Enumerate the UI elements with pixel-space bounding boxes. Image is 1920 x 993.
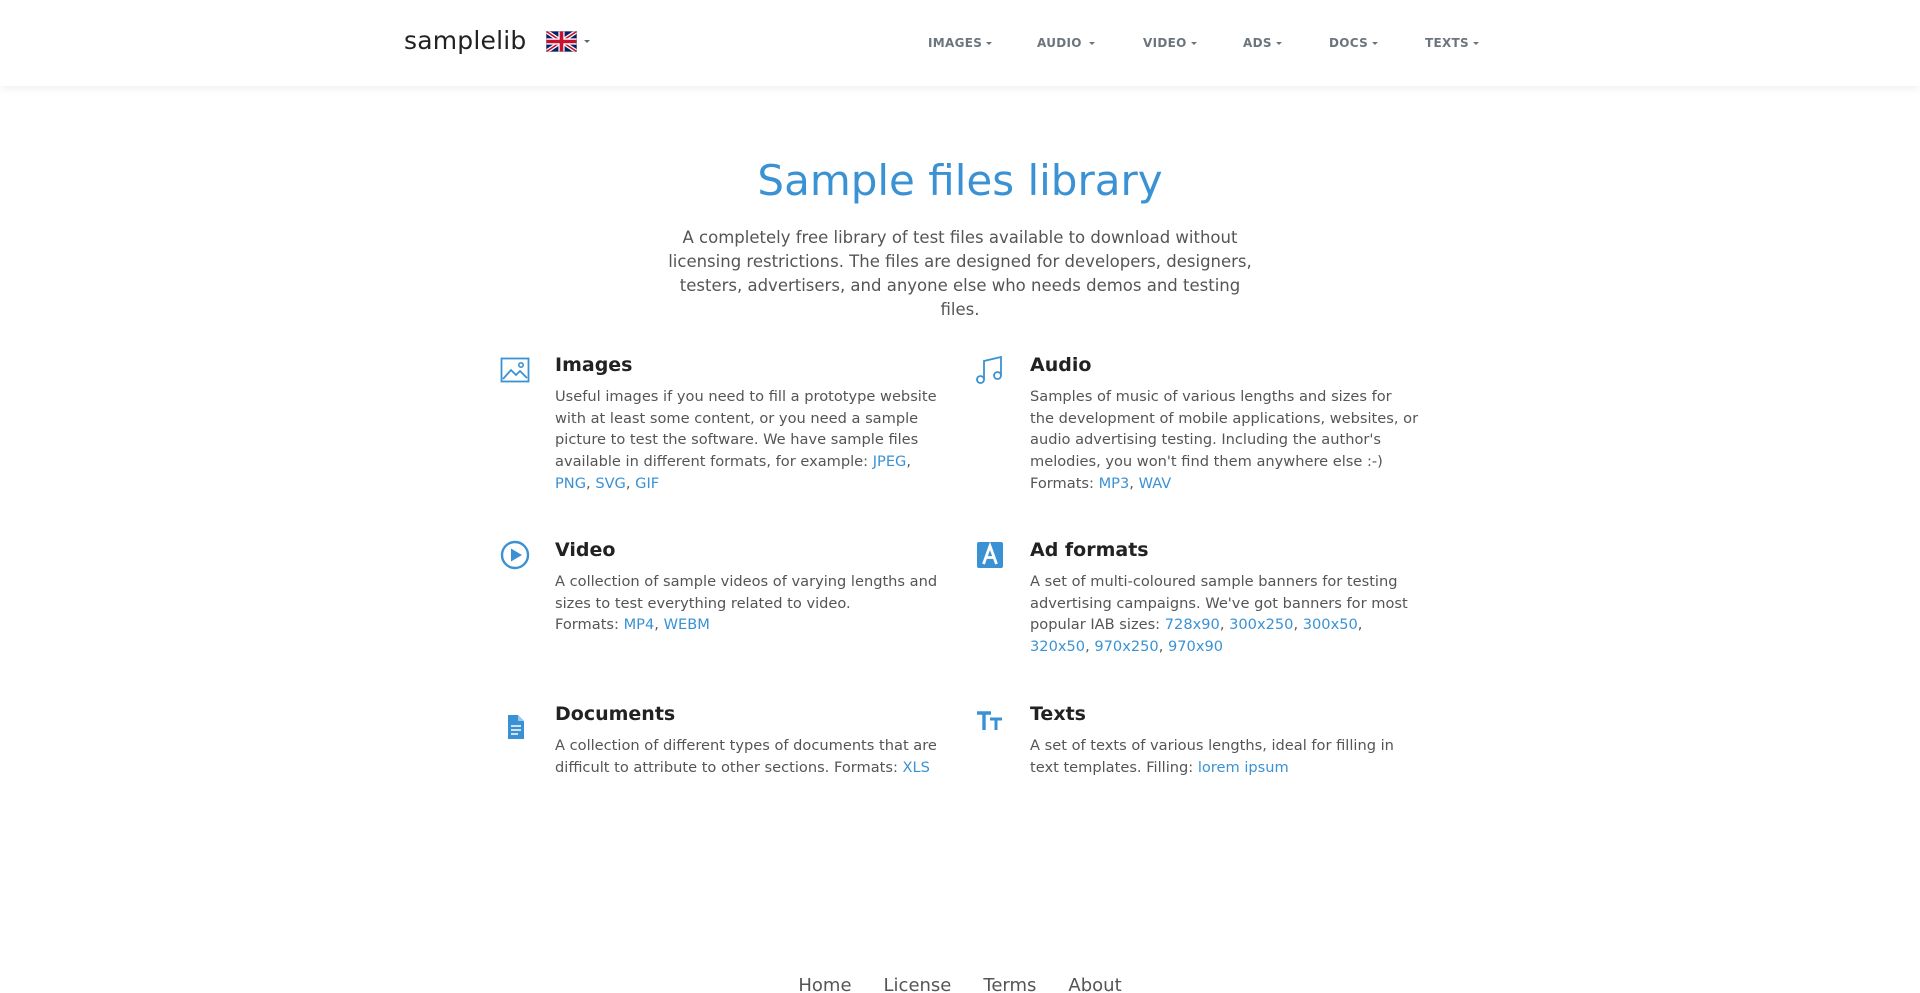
nav-images-label: IMAGES (928, 36, 983, 50)
link-970x250[interactable]: 970x250 (1094, 638, 1158, 655)
brand-logo[interactable]: samplelib (404, 26, 526, 55)
document-icon (508, 715, 524, 739)
feature-description: Useful images if you need to fill a prot… (555, 388, 937, 492)
page-subtitle: A completely free library of test files … (668, 228, 1252, 319)
link-wav[interactable]: WAV (1139, 475, 1172, 492)
feature-text: A collection of different types of docum… (555, 737, 937, 776)
link-gif[interactable]: GIF (635, 475, 659, 492)
footer-link-license[interactable]: License (884, 975, 952, 993)
feature-description: A set of texts of various lengths, ideal… (1030, 735, 1420, 778)
link-jpeg[interactable]: JPEG (873, 453, 907, 470)
feature-text: A collection of sample videos of varying… (555, 573, 938, 612)
chevron-down-icon (1088, 41, 1095, 45)
link-png[interactable]: PNG (555, 475, 586, 492)
nav-images[interactable]: IMAGES (928, 36, 993, 50)
link-728x90[interactable]: 728x90 (1165, 616, 1220, 633)
nav-texts-label: TEXTS (1425, 36, 1469, 50)
link-webm[interactable]: WEBM (664, 616, 710, 633)
nav-ads[interactable]: ADS (1243, 36, 1282, 50)
link-300x250[interactable]: 300x250 (1229, 616, 1293, 633)
nav-docs-label: DOCS (1329, 36, 1369, 50)
link-970x90[interactable]: 970x90 (1168, 638, 1223, 655)
play-circle-icon (500, 540, 530, 570)
feature-title: Ad formats (1030, 539, 1149, 561)
chevron-down-icon (584, 40, 590, 43)
nav-video-label: VIDEO (1143, 36, 1187, 50)
nav-audio[interactable]: AUDIO (1037, 36, 1095, 50)
footer-link-terms[interactable]: Terms (983, 975, 1036, 993)
nav-docs[interactable]: DOCS (1329, 36, 1379, 50)
ad-icon (977, 541, 1003, 568)
image-icon (500, 357, 530, 383)
feature-description: Samples of music of various lengths and … (1030, 388, 1419, 492)
link-320x50[interactable]: 320x50 (1030, 638, 1085, 655)
nav-ads-label: ADS (1243, 36, 1272, 50)
feature-title: Texts (1030, 703, 1086, 725)
chevron-down-icon (1275, 41, 1282, 45)
navbar: samplelib IMAGES AUDIO VIDEO ADS DOCS TE… (0, 0, 1920, 86)
feature-title: Images (555, 354, 633, 376)
feature-title: Audio (1030, 354, 1092, 376)
feature-title: Video (555, 539, 616, 561)
link-svg[interactable]: SVG (595, 475, 626, 492)
feature-title: Documents (555, 703, 676, 725)
link-mp4[interactable]: MP4 (624, 616, 655, 633)
nav-audio-label: AUDIO (1037, 36, 1082, 50)
chevron-down-icon (1472, 41, 1479, 45)
feature-text: Samples of music of various lengths and … (1030, 388, 1419, 471)
nav-video[interactable]: VIDEO (1143, 36, 1197, 50)
uk-flag-icon (546, 31, 577, 52)
language-selector[interactable] (546, 31, 590, 52)
link-mp3[interactable]: MP3 (1099, 475, 1130, 492)
chevron-down-icon (1372, 41, 1379, 45)
formats-label: Formats: (555, 616, 624, 634)
chevron-down-icon (1190, 41, 1197, 45)
link-lorem-ipsum[interactable]: lorem ipsum (1198, 759, 1289, 776)
music-note-icon (976, 355, 1002, 384)
text-size-icon (977, 711, 1002, 730)
feature-description: A set of multi-coloured sample banners f… (1030, 573, 1408, 656)
chevron-down-icon (986, 41, 993, 45)
nav-texts[interactable]: TEXTS (1425, 36, 1479, 50)
link-300x50[interactable]: 300x50 (1303, 616, 1358, 633)
page-title: Sample files library (757, 156, 1163, 205)
footer-link-about[interactable]: About (1068, 975, 1121, 993)
feature-description: A collection of sample videos of varying… (555, 573, 938, 634)
link-xls[interactable]: XLS (903, 759, 930, 776)
footer-link-home[interactable]: Home (798, 975, 851, 993)
formats-label: Formats: (1030, 474, 1099, 492)
feature-description: A collection of different types of docum… (555, 735, 945, 778)
footer-nav: Home License Terms About (0, 975, 1920, 993)
